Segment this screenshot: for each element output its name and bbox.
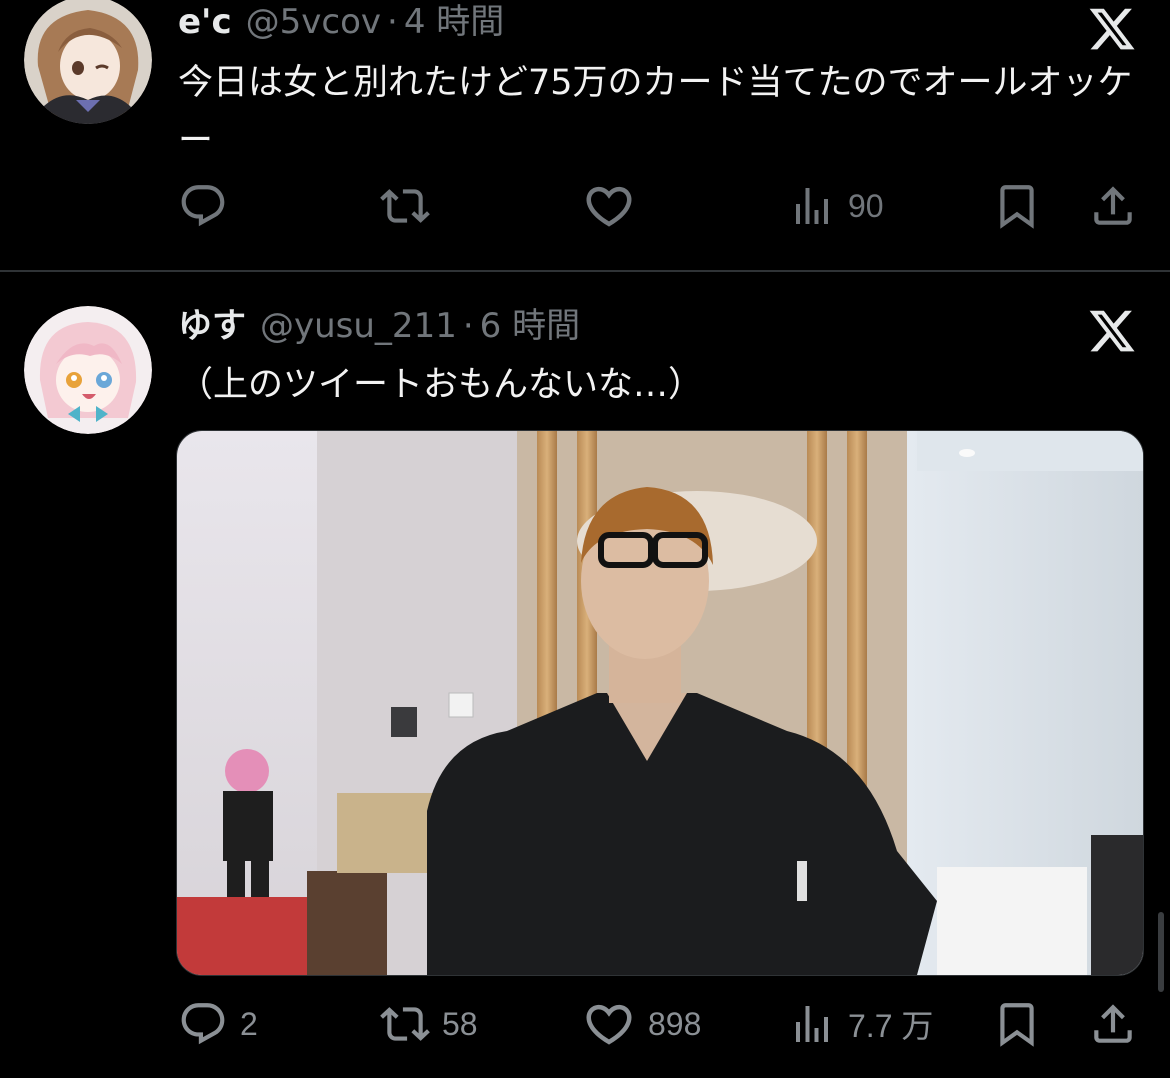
retweet-icon <box>380 999 430 1049</box>
share-button[interactable] <box>1088 994 1138 1054</box>
tweet-photo[interactable] <box>176 430 1144 976</box>
tweet-header: e'c @5vcov · 4 時間 <box>178 0 504 44</box>
tweet[interactable]: ゆす @yusu_211 · 6 時間 （上のツイートおもんないな…） 2 58… <box>0 272 1170 1078</box>
reply-count: 2 <box>240 1005 258 1042</box>
share-button[interactable] <box>1088 176 1138 236</box>
tweet-text: 今日は女と別れたけど75万のカード当てたのでオールオッケー <box>178 63 1133 161</box>
display-name[interactable]: e'c <box>178 2 232 42</box>
tweet-header: ゆす @yusu_211 · 6 時間 <box>178 304 580 348</box>
avatar[interactable] <box>24 306 152 434</box>
views-count: 90 <box>848 187 884 224</box>
bookmark-button[interactable] <box>992 994 1042 1054</box>
x-logo-icon <box>1086 306 1138 356</box>
timestamp[interactable]: 4 時間 <box>404 2 504 42</box>
avatar[interactable] <box>24 0 152 124</box>
views-icon <box>788 182 836 230</box>
like-button[interactable]: 898 <box>582 994 701 1054</box>
bookmark-icon <box>992 999 1042 1049</box>
views-count: 7.7 万 <box>848 1008 934 1044</box>
reply-icon <box>178 181 228 231</box>
bookmark-icon <box>992 181 1042 231</box>
action-bar: 2 58 898 7.7 万 <box>0 994 1170 1054</box>
share-icon <box>1088 999 1138 1049</box>
retweet-icon <box>380 181 430 231</box>
bookmark-button[interactable] <box>992 176 1042 236</box>
views-icon <box>788 1000 836 1048</box>
like-button[interactable] <box>582 176 648 236</box>
retweet-count: 58 <box>442 1005 478 1042</box>
retweet-button[interactable]: 58 <box>380 994 478 1054</box>
reply-button[interactable]: 2 <box>178 994 258 1054</box>
share-icon <box>1088 181 1138 231</box>
reply-icon <box>178 999 228 1049</box>
views-button[interactable]: 7.7 万 <box>788 994 933 1054</box>
reply-button[interactable] <box>178 176 240 236</box>
handle[interactable]: @yusu_211 <box>260 306 457 346</box>
separator: · <box>462 306 474 346</box>
heart-icon <box>582 179 636 233</box>
retweet-button[interactable] <box>380 176 442 236</box>
action-bar: 90 <box>0 176 1170 236</box>
handle[interactable]: @5vcov <box>246 2 381 42</box>
separator: · <box>387 2 398 42</box>
display-name[interactable]: ゆす <box>178 306 246 346</box>
like-count: 898 <box>648 1005 702 1042</box>
views-button[interactable]: 90 <box>788 176 884 236</box>
scrollbar[interactable] <box>1158 912 1164 992</box>
timestamp[interactable]: 6 時間 <box>480 306 580 346</box>
x-logo-icon <box>1086 4 1138 54</box>
tweet-text: （上のツイートおもんないな…） <box>178 365 704 405</box>
heart-icon <box>582 997 636 1051</box>
tweet[interactable]: e'c @5vcov · 4 時間 今日は女と別れたけど75万のカード当てたのでオール… <box>0 0 1170 270</box>
